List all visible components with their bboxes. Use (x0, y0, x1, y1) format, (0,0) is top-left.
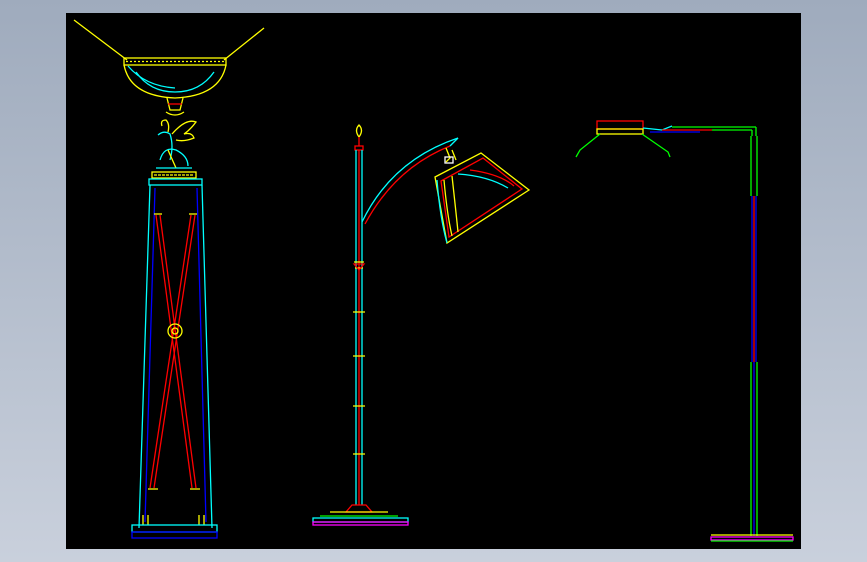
drawing-area (66, 13, 801, 549)
cad-viewport (0, 0, 867, 562)
cad-drawing-canvas[interactable] (0, 0, 867, 562)
